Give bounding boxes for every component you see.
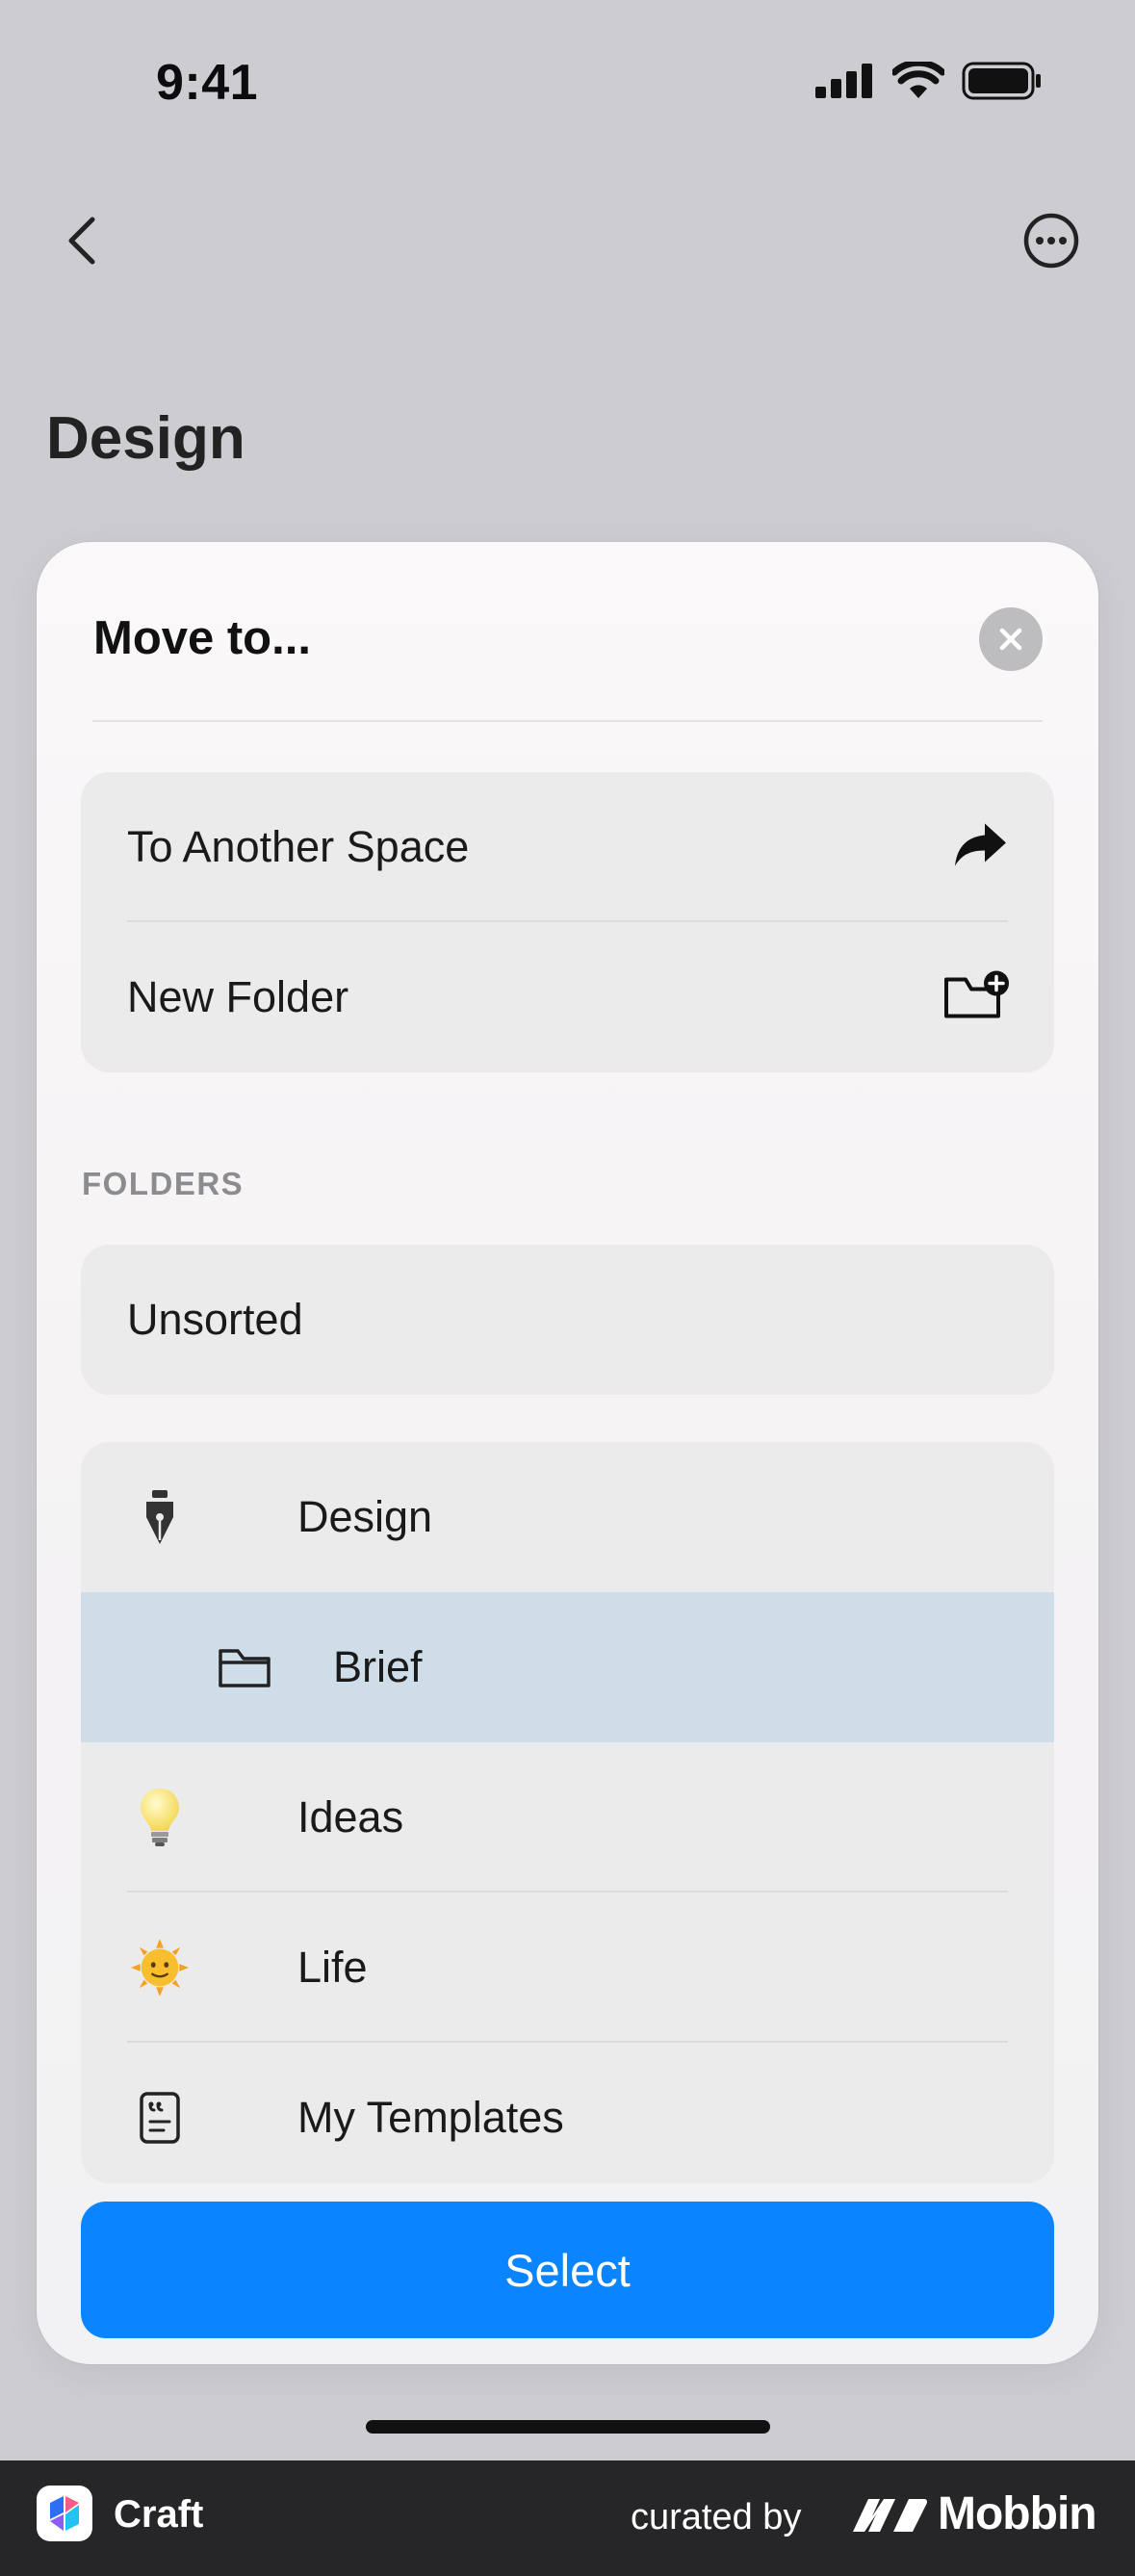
actions-card: To Another Space New Folder — [81, 772, 1054, 1072]
folder-label: Brief — [333, 1642, 423, 1691]
new-folder-label: New Folder — [127, 972, 349, 1021]
close-icon — [999, 628, 1022, 651]
cellular-signal-icon — [815, 64, 872, 98]
folder-label: My Templates — [297, 2093, 564, 2142]
sun-face-icon — [131, 1939, 189, 1996]
battery-icon — [962, 62, 1041, 100]
move-to-sheet: Move to... To Another Space New Folder F… — [37, 542, 1098, 2364]
craft-logo-icon — [37, 2486, 92, 2541]
select-button[interactable]: Select — [81, 2202, 1054, 2338]
folder-label: Ideas — [297, 1792, 404, 1842]
page-title: Design — [46, 405, 245, 472]
status-time: 9:41 — [156, 55, 259, 111]
status-icons — [815, 62, 1043, 100]
back-button[interactable] — [58, 210, 112, 271]
sheet-divider — [92, 720, 1043, 722]
status-bar: 9:41 — [0, 0, 1135, 164]
share-arrow-icon — [952, 820, 1010, 875]
home-indicator — [366, 2420, 770, 2434]
folder-row-my-templates[interactable]: My Templates — [81, 2043, 1054, 2183]
ellipsis-circle-icon — [1023, 213, 1079, 269]
template-doc-icon — [131, 2089, 189, 2147]
folder-row-ideas[interactable]: Ideas — [81, 1742, 1054, 1893]
footer-brand: Mobbin — [851, 2487, 1097, 2540]
folder-row-life[interactable]: Life — [81, 1893, 1054, 2043]
folder-label: Design — [297, 1492, 433, 1541]
unsorted-label: Unsorted — [127, 1295, 303, 1344]
folder-row-brief[interactable]: Brief — [81, 1592, 1054, 1742]
chevron-left-icon — [68, 217, 95, 265]
unsorted-card: Unsorted — [81, 1245, 1054, 1395]
folder-icon — [216, 1638, 273, 1696]
lightbulb-icon — [131, 1789, 189, 1846]
folder-label: Life — [297, 1943, 368, 1992]
fountain-pen-icon — [131, 1488, 189, 1546]
wifi-icon — [892, 62, 944, 98]
to-another-space-label: To Another Space — [127, 822, 470, 871]
footer-bar: Craft curated by Mobbin — [0, 2460, 1135, 2576]
footer-curated-by: curated by — [631, 2497, 802, 2537]
unsorted-row[interactable]: Unsorted — [81, 1245, 1054, 1395]
new-folder-row[interactable]: New Folder — [81, 922, 1054, 1072]
folder-row-design[interactable]: Design — [81, 1442, 1054, 1592]
to-another-space-row[interactable]: To Another Space — [81, 772, 1054, 922]
sheet-title: Move to... — [93, 612, 311, 664]
footer-app-name: Craft — [114, 2493, 204, 2536]
mobbin-logo-icon — [853, 2498, 928, 2532]
folder-plus-icon — [942, 968, 1010, 1027]
folders-list: Design Brief Ideas Life My Templates — [81, 1442, 1054, 2183]
folders-section-header: FOLDERS — [82, 1166, 245, 1201]
close-button[interactable] — [979, 607, 1043, 671]
footer-brand-name: Mobbin — [938, 2488, 1097, 2539]
more-button[interactable] — [1022, 212, 1080, 270]
